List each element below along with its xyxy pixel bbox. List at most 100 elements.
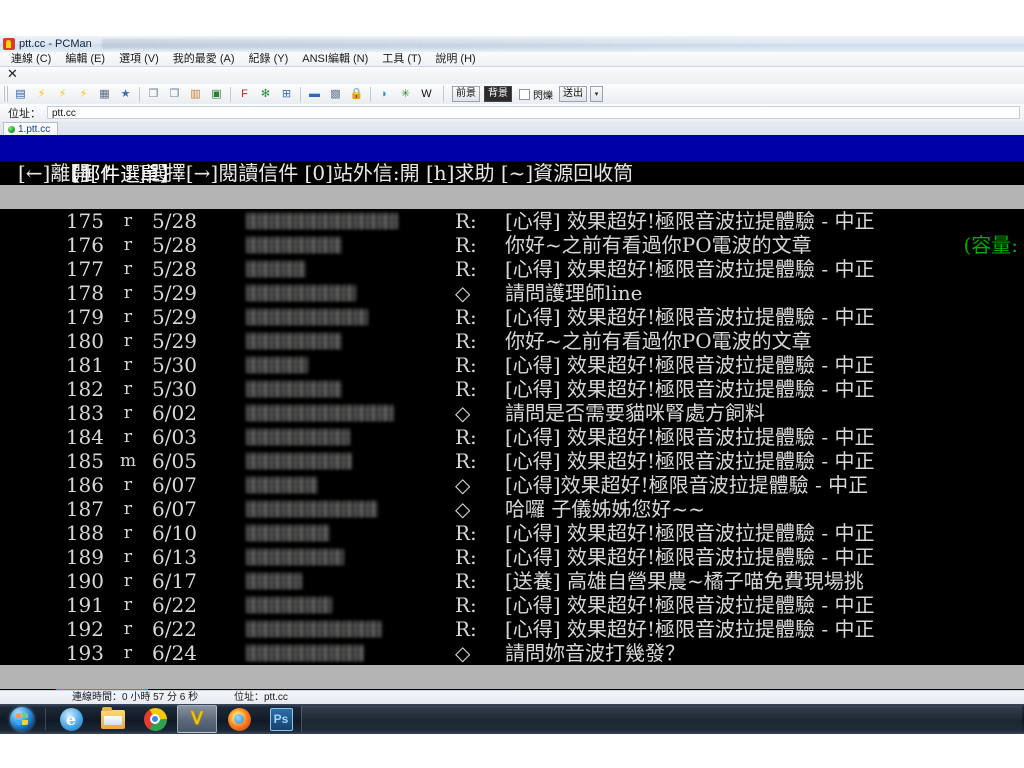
mail-number: 186	[65, 473, 104, 497]
start-orb[interactable]	[2, 705, 42, 733]
mail-row[interactable]: 192 r 6/22 R: [心得] 效果超好!極限音波拉提體驗 - 中正	[0, 617, 1024, 641]
mail-row[interactable]: 175 r 5/28 R: [心得] 效果超好!極限音波拉提體驗 - 中正	[0, 209, 1024, 233]
chevron-down-icon[interactable]: ▾	[590, 86, 603, 102]
mail-read-flag: r	[123, 643, 133, 663]
mail-number: 193	[65, 641, 104, 665]
taskbar-chrome[interactable]	[135, 705, 175, 733]
ansi-icon[interactable]: ▩	[326, 85, 345, 103]
copy-icon[interactable]: ❐	[144, 85, 163, 103]
mail-row[interactable]: 184 r 6/03 R: [心得] 效果超好!極限音波拉提體驗 - 中正	[0, 425, 1024, 449]
settings-gear-icon[interactable]: ✻	[256, 85, 275, 103]
paste-icon[interactable]: ❐	[165, 85, 184, 103]
address-input[interactable]: ptt.cc	[47, 106, 1020, 119]
mail-type-mark: R:	[455, 257, 477, 281]
lock-icon[interactable]: 🔒	[347, 85, 366, 103]
grid-icon[interactable]: ⊞	[277, 85, 296, 103]
close-icon[interactable]: ✕	[7, 68, 18, 82]
mail-row[interactable]: 177 r 5/28 R: [心得] 效果超好!極限音波拉提體驗 - 中正	[0, 257, 1024, 281]
mail-read-flag: r	[123, 499, 133, 519]
connect-icon[interactable]: ⚡	[32, 85, 51, 103]
mail-number: 182	[65, 377, 104, 401]
taskbar-firefox[interactable]	[219, 705, 259, 733]
mail-read-flag: r	[123, 211, 133, 231]
start-orb-icon	[10, 707, 34, 731]
mail-read-flag: r	[123, 523, 133, 543]
menu-item-3[interactable]: 我的最愛 (A)	[166, 52, 242, 66]
taskbar-photoshop[interactable]: Ps	[261, 705, 301, 733]
screen-icon[interactable]: ▬	[305, 85, 324, 103]
mail-author-redacted	[246, 549, 344, 565]
menu-item-2[interactable]: 選項 (V)	[112, 52, 166, 66]
taskbar-internet-explorer[interactable]: e	[51, 705, 91, 733]
toolbar-grip[interactable]	[3, 86, 8, 102]
mail-number: 189	[65, 545, 104, 569]
mail-row[interactable]: 191 r 6/22 R: [心得] 效果超好!極限音波拉提體驗 - 中正	[0, 593, 1024, 617]
menu-item-6[interactable]: 工具 (T)	[375, 52, 428, 66]
mail-row[interactable]: 179 r 5/29 R: [心得] 效果超好!極限音波拉提體驗 - 中正	[0, 305, 1024, 329]
mail-row[interactable]: 182 r 5/30 R: [心得] 效果超好!極限音波拉提體驗 - 中正	[0, 377, 1024, 401]
mail-row[interactable]: 178 r 5/29 ◇ 請問護理師line	[0, 281, 1024, 305]
tab-ptt-cc[interactable]: 1.ptt.cc	[3, 122, 59, 135]
taskbar-file-explorer[interactable]	[93, 705, 133, 733]
connection-status-icon	[8, 125, 15, 133]
site-list-icon[interactable]: ▤	[11, 85, 30, 103]
menu-bar: 連線 (C) 編輯 (E) 選項 (V) 我的最愛 (A) 紀錄 (Y) ANSI編輯 (…	[0, 52, 1024, 67]
close-tab-icon[interactable]: ▦	[95, 85, 114, 103]
mail-read-flag: r	[123, 331, 133, 351]
mail-date: 6/13	[152, 545, 197, 569]
mail-row[interactable]: 186 r 6/07 ◇ [心得]效果超好!極限音波拉提體驗 - 中正	[0, 473, 1024, 497]
taskbar-tray-area[interactable]	[301, 706, 1022, 732]
menu-item-0[interactable]: 連線 (C)	[4, 52, 58, 66]
menu-item-1[interactable]: 編輯 (E)	[58, 52, 112, 66]
add-favorite-icon[interactable]: ★	[116, 85, 135, 103]
mail-author-redacted	[246, 477, 318, 493]
menu-item-7[interactable]: 說明 (H)	[428, 52, 482, 66]
mail-subject: 你好~之前有看過你PO電波的文章	[505, 233, 812, 257]
send-button[interactable]: 送出	[559, 86, 587, 102]
bbs-nav-hints: [←]離開[↑ ↓]選擇[→]閱讀信件 [0]站外信:開 [h]求助 [~]資源…	[18, 161, 634, 185]
bbs-header-title: 【郵件選單】 批踢踢實業坊	[0, 135, 1024, 212]
blink-checkbox[interactable]	[519, 88, 530, 100]
mail-type-mark: R:	[455, 353, 477, 377]
mail-date: 6/03	[152, 425, 197, 449]
bbs-terminal[interactable]: 【郵件選單】 批踢踢實業坊 [←]離開[↑ ↓]選擇[→]閱讀信件 [0]站外信…	[0, 135, 1024, 690]
mail-row[interactable]: 189 r 6/13 R: [心得] 效果超好!極限音波拉提體驗 - 中正	[0, 545, 1024, 569]
mail-row[interactable]: 181 r 5/30 R: [心得] 效果超好!極限音波拉提體驗 - 中正	[0, 353, 1024, 377]
mail-type-mark: R:	[455, 521, 477, 545]
mail-author-redacted	[246, 597, 332, 613]
mail-row[interactable]: 185 m 6/05 R: [心得] 效果超好!極限音波拉提體驗 - 中正	[0, 449, 1024, 473]
mail-row[interactable]: 176 r 5/28 R: 你好~之前有看過你PO電波的文章	[0, 233, 1024, 257]
mail-row[interactable]: 190 r 6/17 R: [送養] 高雄自營果農~橘子喵免費現場挑	[0, 569, 1024, 593]
foreground-button[interactable]: 前景	[452, 86, 480, 102]
mail-number: 192	[65, 617, 104, 641]
taskbar-file-explorer-icon	[101, 706, 125, 729]
mail-row[interactable]: 183 r 6/02 ◇ 請問是否需要貓咪腎處方飼料	[0, 401, 1024, 425]
mail-row[interactable]: 193 r 6/24 ◇ 請問妳音波打幾發？	[0, 641, 1024, 665]
mail-number: 184	[65, 425, 104, 449]
mail-read-flag: r	[123, 547, 133, 567]
search-icon[interactable]: ▣	[207, 85, 226, 103]
reconnect-icon[interactable]: ⚡	[74, 85, 93, 103]
pcman-icon[interactable]: ◗	[375, 85, 394, 103]
menu-item-4[interactable]: 紀錄 (Y)	[242, 52, 296, 66]
mail-subject: [心得] 效果超好!極限音波拉提體驗 - 中正	[505, 209, 875, 233]
mail-row[interactable]: 180 r 5/29 R: 你好~之前有看過你PO電波的文章	[0, 329, 1024, 353]
mail-type-mark: R:	[455, 617, 477, 641]
mail-author-redacted	[246, 405, 394, 421]
mail-type-mark: R:	[455, 329, 477, 353]
copy-color-icon[interactable]: ▥	[186, 85, 205, 103]
mail-number: 177	[65, 257, 104, 281]
mail-date: 6/07	[152, 473, 197, 497]
wiki-icon[interactable]: W	[417, 85, 436, 103]
background-button[interactable]: 背景	[484, 86, 512, 102]
asterisk-icon[interactable]: ✳	[396, 85, 415, 103]
font-icon[interactable]: F	[235, 85, 254, 103]
mail-row[interactable]: 187 r 6/07 ◇ 哈囉 子儀姊姊您好~~	[0, 497, 1024, 521]
disconnect-icon[interactable]: ⚡	[53, 85, 72, 103]
taskbar-pcman[interactable]: ᐯ	[177, 705, 217, 733]
taskbar-pcman-icon: ᐯ	[191, 709, 203, 729]
mail-row[interactable]: 188 r 6/10 R: [心得] 效果超好!極限音波拉提體驗 - 中正	[0, 521, 1024, 545]
menu-item-5[interactable]: ANSI編輯 (N)	[295, 52, 375, 66]
mail-subject: [心得] 效果超好!極限音波拉提體驗 - 中正	[505, 425, 875, 449]
mail-type-mark: ◇	[455, 281, 471, 305]
